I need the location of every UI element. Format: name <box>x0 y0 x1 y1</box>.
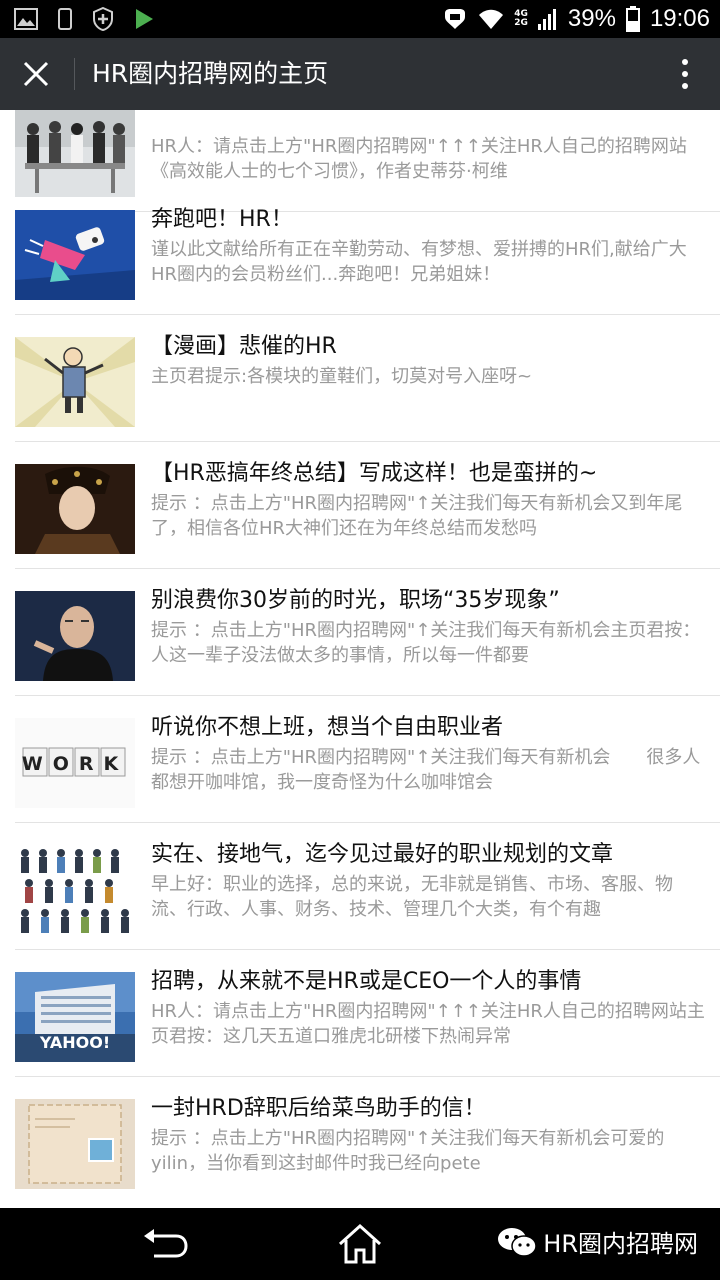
signal-icon <box>537 9 556 30</box>
more-dot <box>682 83 688 89</box>
article-thumbnail-comic <box>15 337 135 427</box>
article-item[interactable]: 奔跑吧！HR！ 谨以此文献给所有正在辛勤劳动、有梦想、爱拼搏的HR们,献给广大H… <box>0 188 720 315</box>
article-title: 奔跑吧！HR！ <box>151 207 293 232</box>
article-thumbnail-meeting <box>15 110 135 197</box>
back-button[interactable] <box>140 1224 190 1264</box>
article-item[interactable]: 实在、接地气，迄今见过最好的职业规划的文章 早上好：职业的选择，总的来说，无非就… <box>0 823 720 950</box>
article-thumbnail-yahoo: YAHOO! <box>15 972 135 1062</box>
article-desc: 提示 ：点击上方"HR圈内招聘网"↑关注我们每天有新机会主页君按：人这一辈子没法… <box>151 620 701 666</box>
article-desc: HR人：请点击上方"HR圈内招聘网"↑↑↑关注HR人自己的招聘网站主页君按：这几… <box>151 1001 705 1047</box>
watermark-text: HR圈内招聘网 <box>543 1230 698 1258</box>
article-list[interactable]: HR人：请点击上方"HR圈内招聘网"↑↑↑关注HR人自己的招聘网站《高效能人士的… <box>0 110 720 1208</box>
status-bar: 4G 2G 39% 19:06 <box>0 0 720 38</box>
article-item[interactable]: WORK 听说你不想上班，想当个自由职业者 提示 ：点击上方"HR圈内招聘网"↑… <box>0 696 720 823</box>
article-thumbnail-cartoon <box>15 210 135 300</box>
article-title: 【漫画】悲催的HR <box>151 334 337 359</box>
article-title: 【HR恶搞年终总结】写成这样！也是蛮拼的~ <box>151 461 598 486</box>
more-dot <box>682 59 688 65</box>
article-desc: 主页君提示:各模块的童鞋们，切莫对号入座呀~ <box>151 366 533 387</box>
article-desc: HR人：请点击上方"HR圈内招聘网"↑↑↑关注HR人自己的招聘网站《高效能人士的… <box>151 136 687 182</box>
page-title: HR圈内招聘网的主页 <box>92 59 329 88</box>
article-thumbnail-work: WORK <box>15 718 135 808</box>
close-button[interactable] <box>14 52 58 96</box>
wechat-status-icon <box>445 9 466 29</box>
article-desc: 早上好：职业的选择，总的来说，无非就是销售、市场、客服、物流、行政、人事、财务、… <box>151 874 673 920</box>
shield-icon <box>93 7 113 31</box>
article-thumbnail-letter <box>15 1099 135 1189</box>
title-bar: HR圈内招聘网的主页 <box>0 38 720 110</box>
work-blocks-text: WORK <box>22 753 128 775</box>
article-desc: 提示 ：点击上方"HR圈内招聘网"↑关注我们每天有新机会可爱的yilin，当你看… <box>151 1128 665 1174</box>
article-title: 招聘，从来就不是HR或是CEO一个人的事情 <box>151 969 582 994</box>
article-item[interactable]: 别浪费你30岁前的时光，职场“35岁现象” 提示 ：点击上方"HR圈内招聘网"↑… <box>0 569 720 696</box>
navigation-bar: HR圈内招聘网 <box>0 1208 720 1280</box>
home-icon <box>338 1223 382 1264</box>
article-title: 别浪费你30岁前的时光，职场“35岁现象” <box>151 588 560 613</box>
wifi-icon <box>479 9 504 29</box>
battery-percent: 39% <box>567 5 616 32</box>
network-type: 4G 2G <box>514 10 528 28</box>
gallery-icon <box>14 8 38 30</box>
article-desc: 提示 ：点击上方"HR圈内招聘网"↑关注我们每天有新机会又到年尾了，相信各位HR… <box>151 493 683 539</box>
article-title: 听说你不想上班，想当个自由职业者 <box>151 715 504 740</box>
article-item[interactable]: 【漫画】悲催的HR 主页君提示:各模块的童鞋们，切莫对号入座呀~ <box>0 315 720 442</box>
article-item[interactable]: 一封HRD辞职后给菜鸟助手的信！ 提示 ：点击上方"HR圈内招聘网"↑关注我们每… <box>0 1077 720 1204</box>
article-title: 一封HRD辞职后给菜鸟助手的信！ <box>151 1096 486 1121</box>
wechat-watermark: HR圈内招聘网 <box>497 1224 698 1259</box>
clock: 19:06 <box>649 5 710 32</box>
article-thumbnail-people <box>15 845 135 935</box>
article-title: 实在、接地气，迄今见过最好的职业规划的文章 <box>151 842 614 867</box>
article-item[interactable]: YAHOO! 招聘，从来就不是HR或是CEO一个人的事情 HR人：请点击上方"H… <box>0 950 720 1077</box>
more-menu-button[interactable] <box>670 52 700 96</box>
title-divider <box>74 58 75 90</box>
close-icon <box>23 61 49 87</box>
wechat-logo-icon <box>498 1227 538 1257</box>
article-thumbnail-portrait <box>15 464 135 554</box>
phone-icon <box>58 8 72 30</box>
article-item[interactable]: 【HR恶搞年终总结】写成这样！也是蛮拼的~ 提示 ：点击上方"HR圈内招聘网"↑… <box>0 442 720 569</box>
back-icon <box>144 1229 188 1258</box>
play-store-icon <box>136 9 153 29</box>
more-dot <box>682 71 688 77</box>
article-thumbnail-speaker <box>15 591 135 681</box>
yahoo-sign-text: YAHOO! <box>39 1033 110 1052</box>
home-button[interactable] <box>336 1222 384 1266</box>
network-2g-label: 2G <box>514 18 528 28</box>
battery-icon <box>625 6 640 32</box>
article-desc: 提示 ：点击上方"HR圈内招聘网"↑关注我们每天有新机会 很多人都想开咖啡馆，我… <box>151 747 701 793</box>
article-desc: 谨以此文献给所有正在辛勤劳动、有梦想、爱拼搏的HR们,献给广大HR圈内的会员粉丝… <box>151 239 687 285</box>
